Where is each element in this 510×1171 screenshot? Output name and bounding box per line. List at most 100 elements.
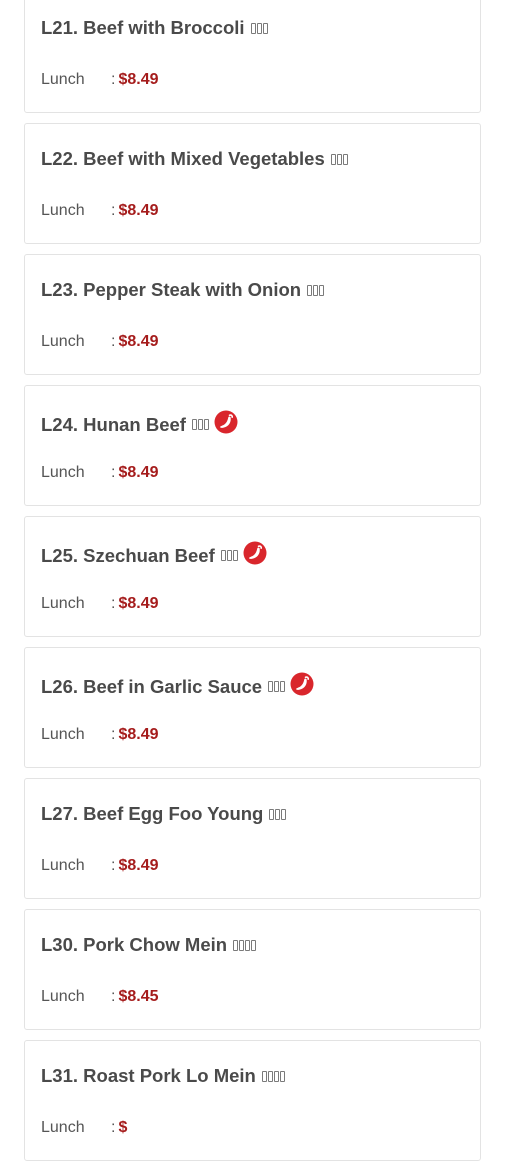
- price-value: $8.49: [118, 726, 159, 743]
- missing-glyph-box: [197, 419, 203, 430]
- menu-item-name: L23. Pepper Steak with Onion: [41, 279, 302, 300]
- menu-item-card[interactable]: L22. Beef with Mixed Vegetables Lunch: $8…: [24, 123, 481, 244]
- missing-glyph-box: [342, 153, 348, 165]
- menu-item-name: L22. Beef with Mixed Vegetables: [41, 148, 325, 169]
- menu-item-name: L26. Beef in Garlic Sauce: [41, 675, 263, 697]
- price-label: Lunch: [41, 71, 85, 88]
- menu-item-card[interactable]: L31. Roast Pork Lo Mein Lunch: $: [24, 1040, 481, 1161]
- chinese-name-glyphs: [307, 284, 325, 296]
- missing-glyph-box: [336, 153, 342, 165]
- menu-item-title: L31. Roast Pork Lo Mein: [41, 1065, 285, 1087]
- price-value: $8.49: [118, 202, 159, 219]
- price-value: $8.49: [118, 464, 159, 481]
- price-label: Lunch: [41, 1119, 85, 1136]
- menu-item-list: L21. Beef with Broccoli Lunch: $8.49 L22.…: [24, 0, 481, 1171]
- price-value: $8.49: [118, 71, 159, 88]
- price-separator: :: [111, 857, 116, 874]
- price-row: Lunch: $8.49: [41, 333, 159, 351]
- missing-glyph-box: [226, 550, 232, 561]
- missing-glyph-box: [262, 22, 268, 34]
- price-separator: :: [111, 464, 116, 481]
- menu-item-name: L27. Beef Egg Foo Young: [41, 803, 264, 824]
- price-separator: :: [111, 595, 116, 612]
- menu-item-card[interactable]: L24. Hunan Beef Lunch: $8.49: [24, 385, 481, 506]
- missing-glyph-box: [191, 419, 197, 430]
- price-label: Lunch: [41, 857, 85, 874]
- menu-item-card[interactable]: L30. Pork Chow Mein Lunch: $8.45: [24, 909, 481, 1030]
- missing-glyph-box: [330, 153, 336, 165]
- missing-glyph-box: [281, 808, 287, 820]
- missing-glyph-box: [267, 1070, 273, 1082]
- menu-item-title: L21. Beef with Broccoli: [41, 17, 268, 39]
- missing-glyph-box: [250, 22, 256, 34]
- chinese-name-glyphs: [250, 22, 268, 34]
- price-label: Lunch: [41, 464, 85, 481]
- missing-glyph-box: [269, 808, 275, 820]
- chinese-name-glyphs: [330, 153, 348, 165]
- chinese-name-glyphs: [269, 808, 287, 820]
- price-separator: :: [111, 988, 116, 1005]
- price-label: Lunch: [41, 595, 85, 612]
- chinese-name-glyphs: [268, 681, 286, 692]
- menu-item-title: L24. Hunan Beef: [41, 410, 238, 439]
- price-row: Lunch: $8.49: [41, 857, 159, 875]
- price-row: Lunch: $8.45: [41, 988, 159, 1006]
- price-separator: :: [111, 71, 116, 88]
- missing-glyph-box: [274, 681, 280, 692]
- menu-item-title: L22. Beef with Mixed Vegetables: [41, 148, 348, 170]
- price-row: Lunch: $8.49: [41, 71, 159, 89]
- price-separator: :: [111, 202, 116, 219]
- price-value: $: [118, 1119, 128, 1136]
- menu-item-title: L25. Szechuan Beef: [41, 541, 267, 570]
- menu-item-title: L30. Pork Chow Mein: [41, 934, 257, 956]
- price-separator: :: [111, 333, 116, 350]
- menu-item-card[interactable]: L21. Beef with Broccoli Lunch: $8.49: [24, 0, 481, 113]
- missing-glyph-box: [251, 939, 257, 951]
- missing-glyph-box: [279, 1070, 285, 1082]
- missing-glyph-box: [261, 1070, 267, 1082]
- missing-glyph-box: [239, 939, 245, 951]
- chili-pepper-icon: [214, 410, 238, 434]
- price-row: Lunch: $: [41, 1119, 127, 1137]
- missing-glyph-box: [307, 284, 313, 296]
- missing-glyph-box: [268, 681, 274, 692]
- price-value: $8.49: [118, 857, 159, 874]
- menu-item-name: L31. Roast Pork Lo Mein: [41, 1065, 256, 1086]
- menu-item-card[interactable]: L27. Beef Egg Foo Young Lunch: $8.49: [24, 778, 481, 899]
- missing-glyph-box: [245, 939, 251, 951]
- missing-glyph-box: [273, 1070, 279, 1082]
- menu-item-name: L30. Pork Chow Mein: [41, 934, 228, 955]
- menu-item-card[interactable]: L26. Beef in Garlic Sauce Lunch: $8.49: [24, 647, 481, 768]
- price-row: Lunch: $8.49: [41, 726, 159, 744]
- chinese-name-glyphs: [261, 1070, 285, 1082]
- price-value: $8.49: [118, 595, 159, 612]
- menu-item-title: L27. Beef Egg Foo Young: [41, 803, 287, 825]
- menu-item-title: L26. Beef in Garlic Sauce: [41, 672, 314, 701]
- menu-item-card[interactable]: L23. Pepper Steak with Onion Lunch: $8.49: [24, 254, 481, 375]
- chili-pepper-icon: [243, 541, 267, 565]
- price-row: Lunch: $8.49: [41, 595, 159, 613]
- missing-glyph-box: [275, 808, 281, 820]
- chinese-name-glyphs: [220, 550, 238, 561]
- chinese-name-glyphs: [191, 419, 209, 430]
- menu-item-name: L21. Beef with Broccoli: [41, 17, 245, 38]
- menu-item-card[interactable]: L25. Szechuan Beef Lunch: $8.49: [24, 516, 481, 637]
- missing-glyph-box: [256, 22, 262, 34]
- chinese-name-glyphs: [233, 939, 257, 951]
- chili-pepper-icon: [290, 672, 314, 696]
- price-label: Lunch: [41, 726, 85, 743]
- price-separator: :: [111, 1119, 116, 1136]
- price-row: Lunch: $8.49: [41, 202, 159, 220]
- missing-glyph-box: [319, 284, 325, 296]
- price-label: Lunch: [41, 988, 85, 1005]
- price-row: Lunch: $8.49: [41, 464, 159, 482]
- price-value: $8.49: [118, 333, 159, 350]
- missing-glyph-box: [313, 284, 319, 296]
- missing-glyph-box: [220, 550, 226, 561]
- menu-item-name: L25. Szechuan Beef: [41, 544, 215, 566]
- menu-item-name: L24. Hunan Beef: [41, 413, 186, 435]
- price-label: Lunch: [41, 333, 85, 350]
- price-separator: :: [111, 726, 116, 743]
- missing-glyph-box: [233, 939, 239, 951]
- price-label: Lunch: [41, 202, 85, 219]
